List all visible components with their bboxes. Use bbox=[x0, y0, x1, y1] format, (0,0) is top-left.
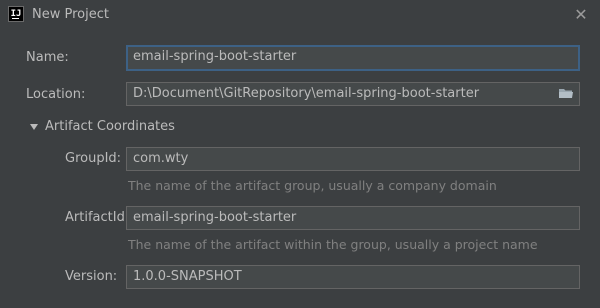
location-value: D:\Document\GitRepository\email-spring-b… bbox=[133, 86, 480, 101]
title-bar: IJ New Project ✕ bbox=[0, 0, 600, 30]
triangle-down-icon[interactable] bbox=[30, 124, 38, 130]
artifact-coordinates-toggle[interactable]: Artifact Coordinates bbox=[45, 119, 175, 134]
folder-icon[interactable] bbox=[559, 88, 573, 99]
close-icon[interactable]: ✕ bbox=[572, 6, 590, 24]
version-label: Version: bbox=[65, 269, 118, 284]
groupid-label: GroupId: bbox=[65, 151, 122, 166]
groupid-hint: The name of the artifact group, usually … bbox=[128, 178, 497, 193]
version-field[interactable]: 1.0.0-SNAPSHOT bbox=[126, 265, 580, 289]
groupid-field[interactable]: com.wty bbox=[126, 147, 580, 171]
artifactid-field[interactable]: email-spring-boot-starter bbox=[126, 206, 580, 230]
artifactid-hint: The name of the artifact within the grou… bbox=[128, 237, 538, 252]
artifactid-label: ArtifactId: bbox=[65, 210, 130, 225]
name-label: Name: bbox=[26, 50, 69, 65]
name-field[interactable]: email-spring-boot-starter bbox=[126, 45, 580, 71]
location-field[interactable]: D:\Document\GitRepository\email-spring-b… bbox=[126, 82, 580, 106]
location-label: Location: bbox=[26, 87, 86, 102]
window-title: New Project bbox=[32, 7, 109, 22]
intellij-icon: IJ bbox=[8, 6, 24, 22]
